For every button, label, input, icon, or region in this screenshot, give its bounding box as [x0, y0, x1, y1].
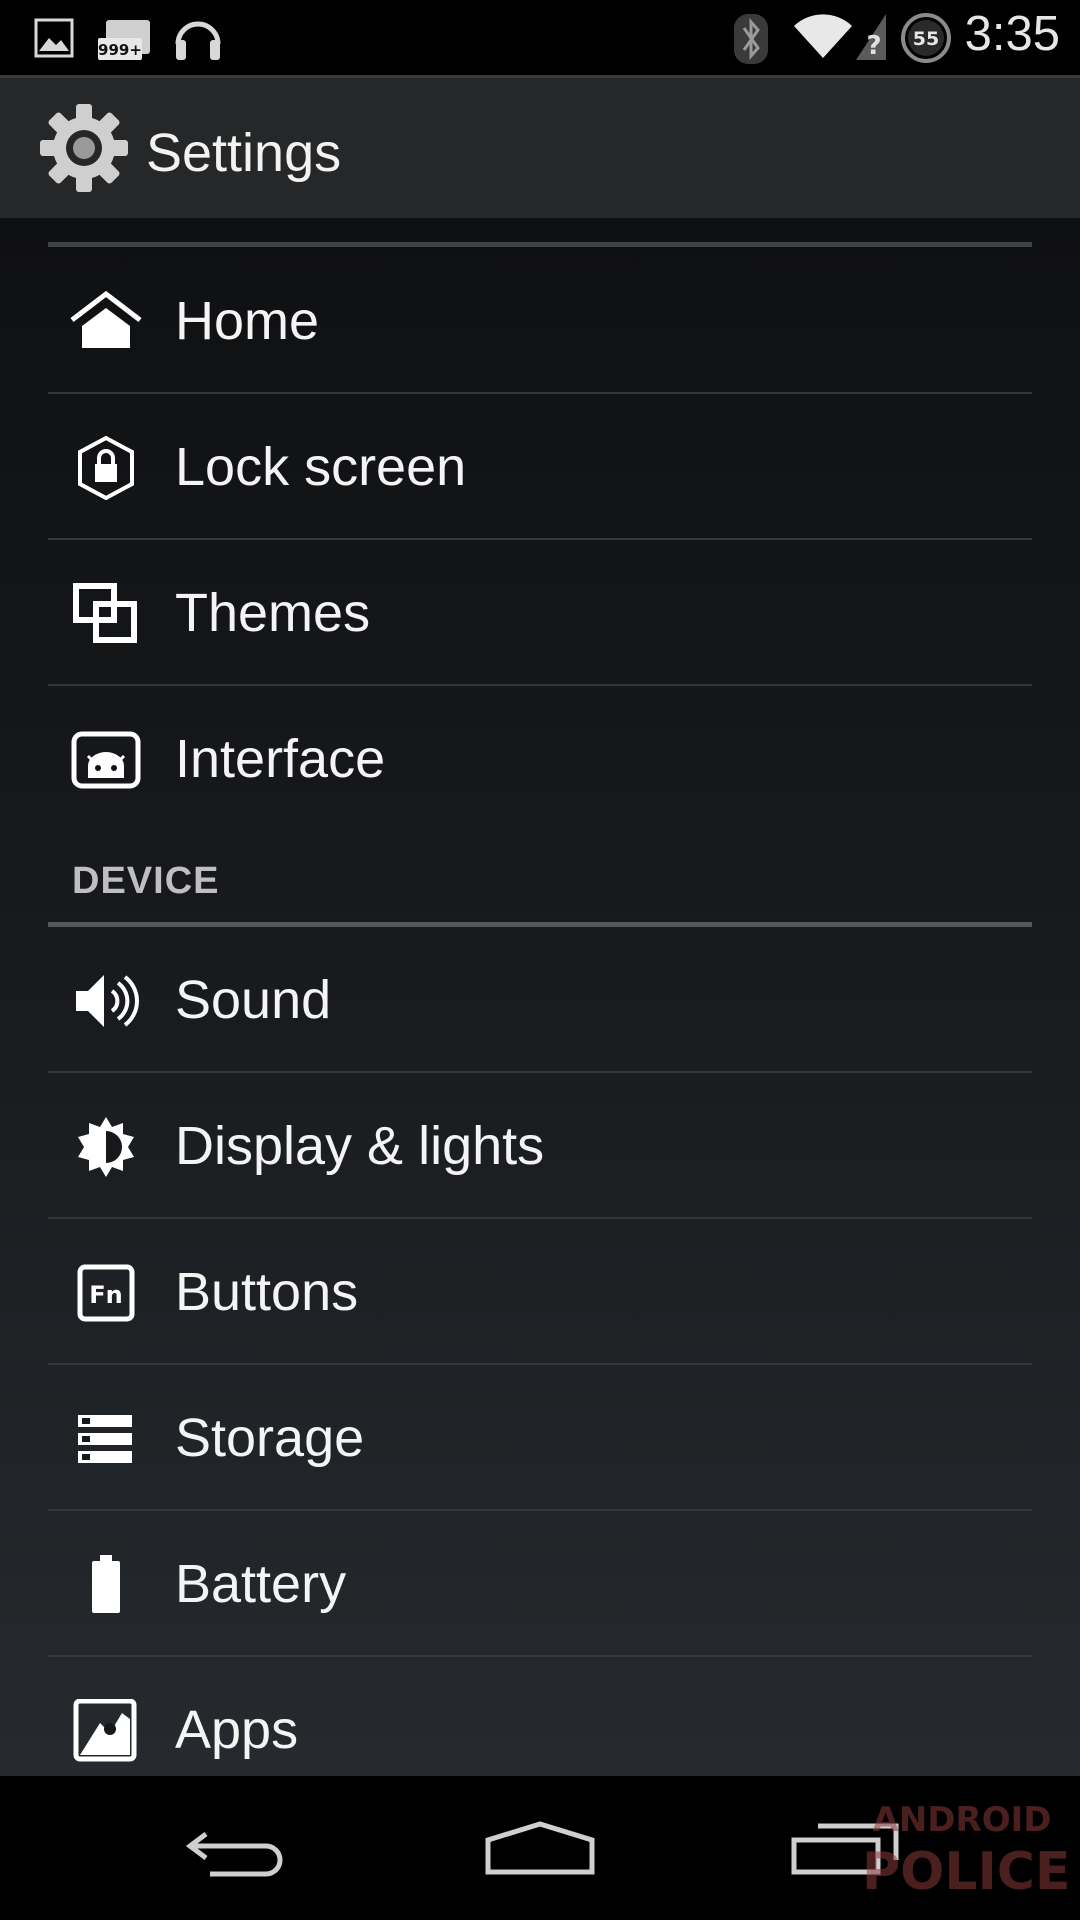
settings-item-label: Display & lights	[175, 1116, 545, 1176]
action-bar: Settings	[0, 75, 1080, 221]
settings-item-label: Lock screen	[175, 437, 467, 497]
svg-text:?: ?	[866, 31, 881, 60]
settings-item-label: Buttons	[175, 1262, 359, 1322]
gear-icon[interactable]	[38, 102, 130, 194]
settings-item-battery[interactable]: Battery	[48, 1511, 1032, 1657]
brightness-icon	[78, 1117, 134, 1177]
interface-icon	[71, 731, 141, 789]
settings-item-label: Interface	[175, 729, 386, 789]
section-header-device: DEVICE	[72, 860, 220, 902]
settings-item-label: Themes	[175, 583, 371, 643]
settings-item-lock-screen[interactable]: Lock screen	[48, 394, 1032, 540]
storage-icon	[78, 1415, 132, 1463]
settings-item-label: Storage	[175, 1408, 365, 1468]
lock-icon	[78, 436, 134, 500]
watermark-line-1: ANDROID	[872, 1800, 1052, 1840]
settings-item-label: Apps	[175, 1700, 299, 1760]
settings-item-buttons[interactable]: Fn Buttons	[48, 1219, 1032, 1365]
no-signal-icon: ?	[856, 14, 886, 60]
battery-icon: 55	[901, 13, 951, 63]
settings-item-label: Home	[175, 291, 320, 351]
settings-item-interface[interactable]: Interface	[48, 686, 1032, 832]
watermark-logo: ANDROID POLICE	[862, 1796, 1071, 1906]
svg-text:Fn: Fn	[89, 1281, 122, 1309]
fn-key-icon: Fn	[77, 1264, 135, 1322]
headphones-icon	[175, 21, 221, 60]
settings-item-home[interactable]: Home	[48, 248, 1032, 394]
bluetooth-icon	[734, 14, 768, 64]
picture-icon	[34, 18, 74, 58]
settings-item-display[interactable]: Display & lights	[48, 1073, 1032, 1219]
settings-item-themes[interactable]: Themes	[48, 540, 1032, 686]
home-icon	[70, 290, 142, 348]
settings-item-storage[interactable]: Storage	[48, 1365, 1032, 1511]
notification-count-icon: 999+	[98, 20, 150, 60]
watermark-line-2: POLICE	[862, 1842, 1071, 1902]
themes-icon	[73, 583, 137, 643]
clock: 3:35	[964, 7, 1060, 61]
battery-icon	[92, 1555, 120, 1613]
back-icon[interactable]	[186, 1822, 292, 1878]
settings-item-sound[interactable]: Sound	[48, 927, 1032, 1073]
home-nav-icon[interactable]	[484, 1820, 596, 1876]
settings-list[interactable]: Home Lock screen Themes Interface DEVICE…	[0, 218, 1080, 1776]
wifi-icon	[794, 14, 852, 58]
settings-item-label: Battery	[175, 1554, 347, 1614]
apps-icon	[73, 1699, 137, 1762]
svg-text:55: 55	[913, 28, 939, 50]
settings-item-label: Sound	[175, 970, 332, 1030]
top-divider	[48, 242, 1032, 247]
svg-text:999+: 999+	[98, 41, 142, 59]
settings-item-apps[interactable]: Apps	[48, 1657, 1032, 1776]
page-title: Settings	[146, 123, 342, 183]
status-bar: 999+ ? 55 3:35	[0, 0, 1080, 75]
navigation-bar: ANDROID POLICE	[0, 1776, 1080, 1920]
speaker-icon	[76, 975, 139, 1027]
